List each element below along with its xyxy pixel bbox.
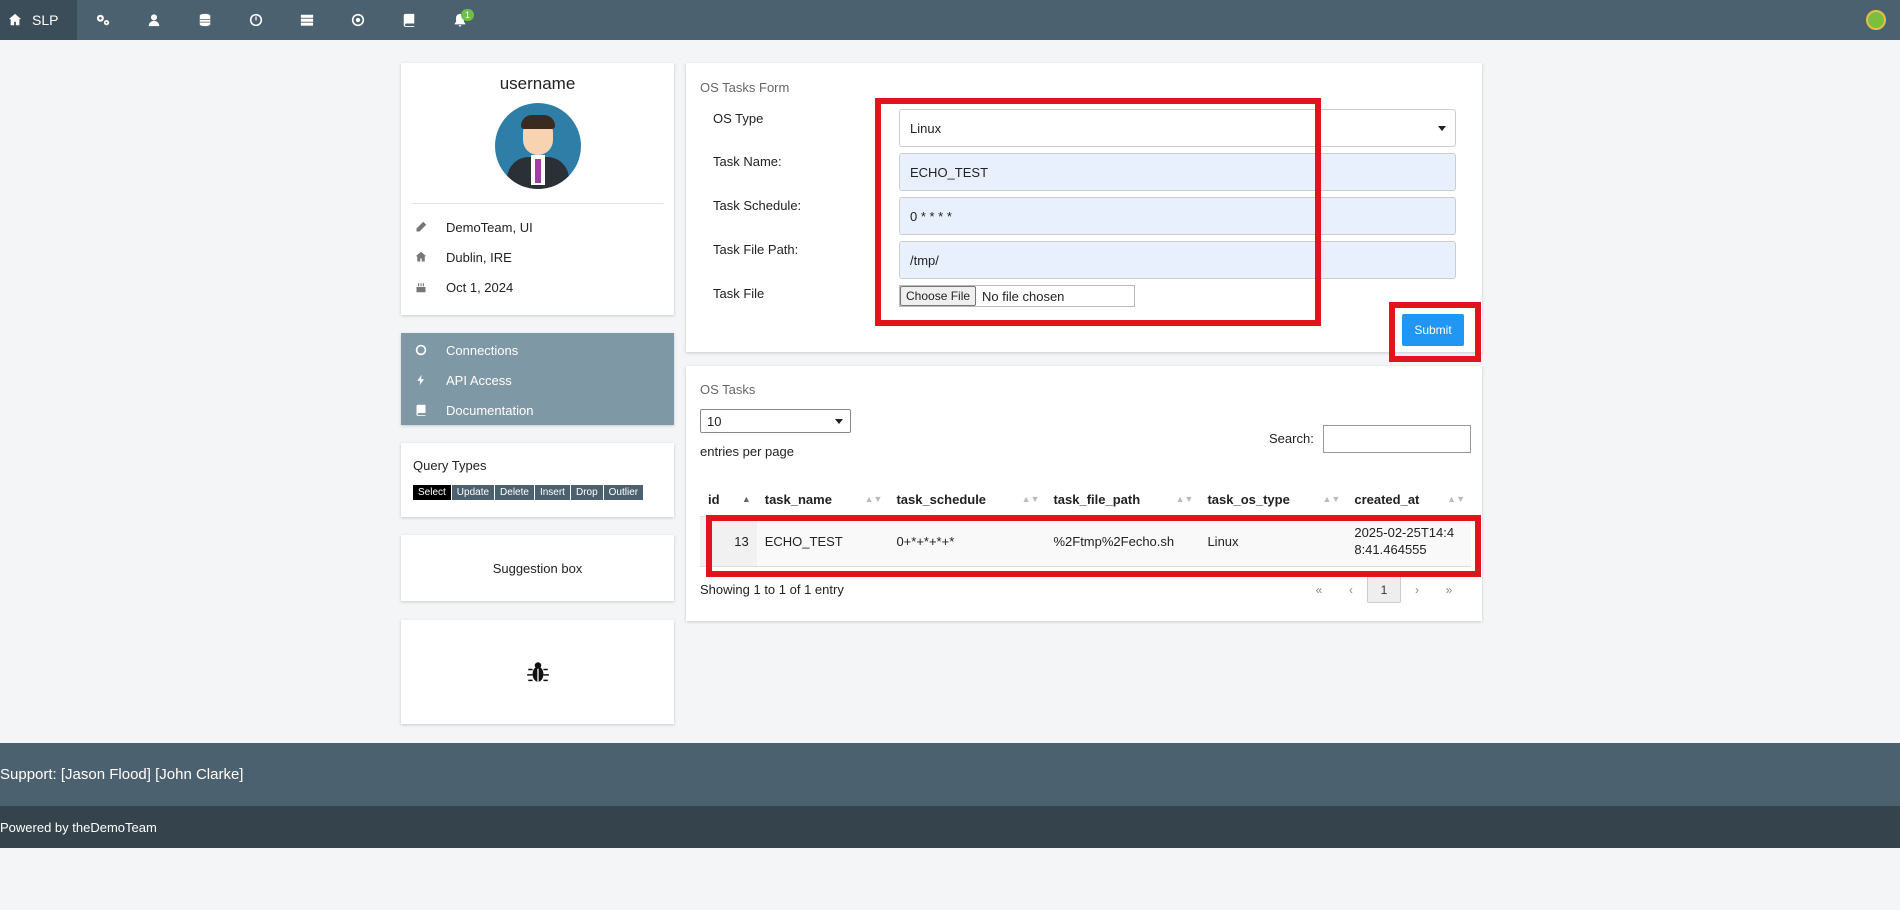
circle-icon: [415, 344, 427, 356]
notification-count-badge: 1: [461, 9, 475, 21]
sidemenu-item-documentation[interactable]: Documentation: [401, 395, 674, 425]
bug-icon: [526, 662, 549, 682]
nav-database-button[interactable]: [179, 0, 230, 40]
query-types-title: Query Types: [413, 458, 487, 473]
query-type-outlier-button[interactable]: Outlier: [603, 485, 645, 500]
powered-text: Powered by theDemoTeam: [0, 819, 157, 835]
profile-team-row: DemoTeam, UI: [401, 212, 674, 242]
book-icon: [416, 404, 426, 416]
os-type-label: OS Type: [713, 111, 764, 126]
book-icon: [403, 13, 414, 27]
query-types-card: Query Types Select Update Delete Insert …: [401, 443, 674, 517]
brand-home-link[interactable]: SLP: [0, 0, 77, 40]
pager-first-button[interactable]: «: [1303, 583, 1335, 597]
pager-next-button[interactable]: ›: [1401, 583, 1433, 597]
query-type-update-button[interactable]: Update: [451, 485, 496, 500]
support-text: Support: [Jason Flood] [John Clarke]: [0, 766, 244, 783]
home-icon: [415, 251, 427, 262]
sidemenu-item-connections[interactable]: Connections: [401, 335, 674, 365]
column-header-task-schedule[interactable]: task_schedule ▲▼: [888, 484, 1046, 517]
os-tasks-card: OS Tasks 10 entries per page Search: id ▲…: [686, 366, 1482, 621]
top-navbar: SLP 1: [0, 0, 1900, 40]
support-footer: Support: [Jason Flood] [John Clarke]: [0, 743, 1900, 806]
pager-prev-button[interactable]: ‹: [1335, 583, 1367, 597]
user-icon: [148, 14, 159, 27]
submit-highlight-box: [1389, 302, 1481, 362]
tasks-title: OS Tasks: [700, 382, 756, 397]
sidemenu-item-api-access[interactable]: API Access: [401, 365, 674, 395]
nav-server-button[interactable]: [281, 0, 332, 40]
profile-team: DemoTeam, UI: [446, 219, 533, 235]
showing-entries-text: Showing 1 to 1 of 1 entry: [700, 582, 844, 597]
chevron-down-icon: [835, 419, 843, 424]
task-schedule-label: Task Schedule:: [713, 198, 802, 213]
profile-date-row: Oct 1, 2024: [401, 272, 674, 302]
nav-target-button[interactable]: [332, 0, 383, 40]
pager-last-button[interactable]: »: [1433, 583, 1465, 597]
nav-cogs-button[interactable]: [77, 0, 128, 40]
nav-book-button[interactable]: [383, 0, 434, 40]
nav-notifications-button[interactable]: 1: [434, 0, 485, 40]
cogs-icon: [96, 14, 109, 26]
query-type-select-button[interactable]: Select: [413, 485, 452, 500]
home-icon: [8, 13, 22, 26]
server-icon: [300, 14, 313, 26]
profile-avatar: [494, 103, 581, 189]
pager-current-page[interactable]: 1: [1367, 576, 1401, 603]
chevron-down-icon: [1438, 126, 1446, 131]
database-icon: [199, 13, 210, 27]
pencil-icon: [416, 221, 427, 232]
nav-clock-button[interactable]: [230, 0, 281, 40]
query-type-drop-button[interactable]: Drop: [570, 485, 604, 500]
pagination: « ‹ 1 › »: [1303, 576, 1465, 603]
search-input[interactable]: [1323, 425, 1471, 453]
profile-location-row: Dublin, IRE: [401, 242, 674, 272]
column-header-id[interactable]: id ▲: [700, 484, 757, 517]
query-types-buttons: Select Update Delete Insert Drop Outlier: [413, 485, 674, 500]
profile-location: Dublin, IRE: [446, 249, 512, 265]
target-icon: [351, 13, 364, 27]
sidemenu-item-label: Documentation: [446, 402, 534, 418]
side-menu: Connections API Access Documentation: [401, 333, 674, 425]
bug-report-card[interactable]: [401, 620, 674, 724]
entries-per-page-label: entries per page: [700, 444, 794, 459]
search-label: Search:: [1269, 431, 1314, 446]
column-header-created-at[interactable]: created_at ▲▼: [1346, 484, 1471, 517]
nav-user-button[interactable]: [128, 0, 179, 40]
table-row-highlight-box: [706, 515, 1481, 577]
brand-label: SLP: [32, 12, 59, 28]
user-avatar[interactable]: [1866, 10, 1886, 30]
form-fields-highlight-box: [875, 98, 1321, 326]
column-header-task-file-path[interactable]: task_file_path ▲▼: [1045, 484, 1200, 517]
task-file-label: Task File: [713, 286, 765, 301]
sidemenu-item-label: Connections: [446, 342, 519, 358]
cake-icon: [416, 283, 426, 293]
task-file-path-label: Task File Path:: [713, 242, 799, 257]
profile-username: username: [499, 74, 576, 93]
form-title: OS Tasks Form: [700, 80, 790, 95]
bolt-icon: [417, 374, 424, 386]
sidemenu-item-label: API Access: [446, 372, 512, 388]
profile-date: Oct 1, 2024: [446, 279, 514, 295]
profile-card: username DemoTeam, UI Dublin, IRE Oct 1,…: [401, 63, 674, 315]
query-type-insert-button[interactable]: Insert: [534, 485, 571, 500]
query-type-delete-button[interactable]: Delete: [495, 485, 535, 500]
page-size-value: 10: [707, 413, 722, 429]
profile-divider: [412, 203, 663, 204]
page-size-select[interactable]: 10: [700, 409, 851, 433]
column-header-task-name[interactable]: task_name ▲▼: [756, 484, 889, 517]
clock-icon: [249, 13, 262, 27]
column-header-task-os-type[interactable]: task_os_type ▲▼: [1199, 484, 1347, 517]
suggestion-box[interactable]: Suggestion box: [401, 535, 674, 601]
powered-footer: Powered by theDemoTeam: [0, 806, 1900, 848]
task-name-label: Task Name:: [713, 154, 782, 169]
